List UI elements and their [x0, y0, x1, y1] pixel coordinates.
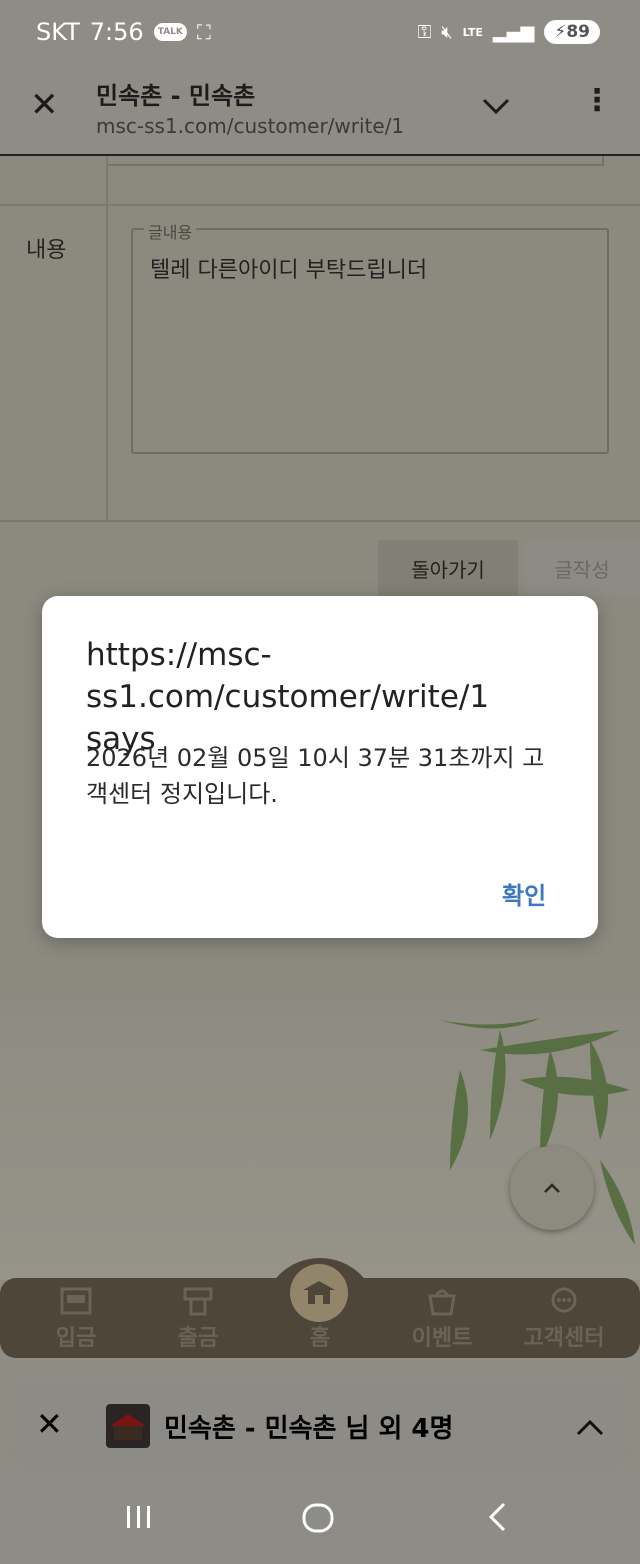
status-right: ⚿ 🔇︎ LTE ▂▄▆ ⚡89 — [418, 20, 600, 44]
withdraw-icon — [183, 1287, 213, 1316]
event-icon — [428, 1289, 456, 1316]
key-icon: ⚿ — [417, 21, 432, 43]
nav-home[interactable]: 홈 — [260, 1320, 380, 1388]
more-icon[interactable]: ⋮ — [582, 86, 612, 116]
carrier-label: SKT — [36, 18, 80, 46]
chevron-down-icon[interactable] — [480, 90, 512, 126]
url-text[interactable]: msc-ss1.com/customer/write/1 — [96, 114, 404, 138]
recent-apps-icon[interactable] — [122, 1500, 156, 1538]
browser-toolbar: ✕ 민속촌 - 민속촌 msc-ss1.com/customer/write/1… — [0, 66, 640, 154]
nav-event-label: 이벤트 — [411, 1326, 473, 1351]
form-column-divider — [106, 156, 108, 522]
chevron-up-icon[interactable] — [574, 1412, 606, 1448]
nav-support-label: 고객센터 — [523, 1326, 605, 1351]
back-button[interactable]: 돌아가기 — [378, 540, 518, 596]
battery-icon: ⚡89 — [544, 20, 600, 44]
close-icon[interactable]: ✕ — [36, 1408, 63, 1440]
content-field-value: 텔레 다른아이디 부탁드립니더 — [150, 258, 428, 283]
deposit-icon — [60, 1287, 92, 1315]
nav-event[interactable]: 이벤트 — [382, 1286, 502, 1354]
back-icon[interactable] — [482, 1500, 516, 1538]
home-icon — [303, 1281, 335, 1304]
nav-deposit[interactable]: 입금 — [16, 1286, 136, 1354]
close-icon[interactable]: ✕ — [30, 88, 59, 122]
screenshot-icon: ⛶ — [196, 20, 211, 44]
nav-withdraw[interactable]: 출금 — [138, 1286, 258, 1354]
mute-icon: 🔇︎ — [441, 21, 453, 43]
status-left: SKT 7:56 TALK ⛶ — [36, 18, 211, 46]
clock: 7:56 — [89, 18, 144, 46]
content-label: 내용 — [26, 238, 67, 263]
scroll-top-button[interactable] — [510, 1146, 594, 1230]
nav-withdraw-label: 출금 — [177, 1326, 219, 1351]
nav-home-label: 홈 — [309, 1326, 331, 1351]
support-icon — [551, 1287, 577, 1313]
nav-support[interactable]: 고객센터 — [504, 1286, 624, 1354]
status-bar: SKT 7:56 TALK ⛶ ⚿ 🔇︎ LTE ▂▄▆ ⚡89 — [0, 0, 640, 66]
dialog-message: 2026년 02월 05일 10시 37분 31초까지 고객센터 정지입니다. — [86, 744, 545, 808]
ok-button[interactable]: 확인 — [490, 872, 558, 915]
nav-deposit-label: 입금 — [55, 1326, 97, 1351]
form-bottom-border — [0, 520, 640, 522]
network-label: LTE — [462, 25, 483, 39]
home-system-icon[interactable] — [300, 1500, 336, 1540]
form-row-prev-field — [106, 156, 604, 166]
content-field-legend: 글내용 — [144, 219, 197, 243]
signal-icon: ▂▄▆ — [492, 21, 535, 43]
chevron-up-icon — [544, 1183, 560, 1193]
write-button[interactable]: 글작성 — [524, 540, 640, 596]
site-favicon — [106, 1404, 150, 1448]
nav-home-circle[interactable] — [290, 1264, 348, 1322]
talk-icon: TALK — [153, 23, 187, 41]
battery-level: 89 — [566, 22, 590, 42]
page-title: 민속촌 - 민속촌 — [96, 82, 256, 110]
sheet-title: 민속촌 - 민속촌 님 외 4명 — [164, 1414, 454, 1444]
